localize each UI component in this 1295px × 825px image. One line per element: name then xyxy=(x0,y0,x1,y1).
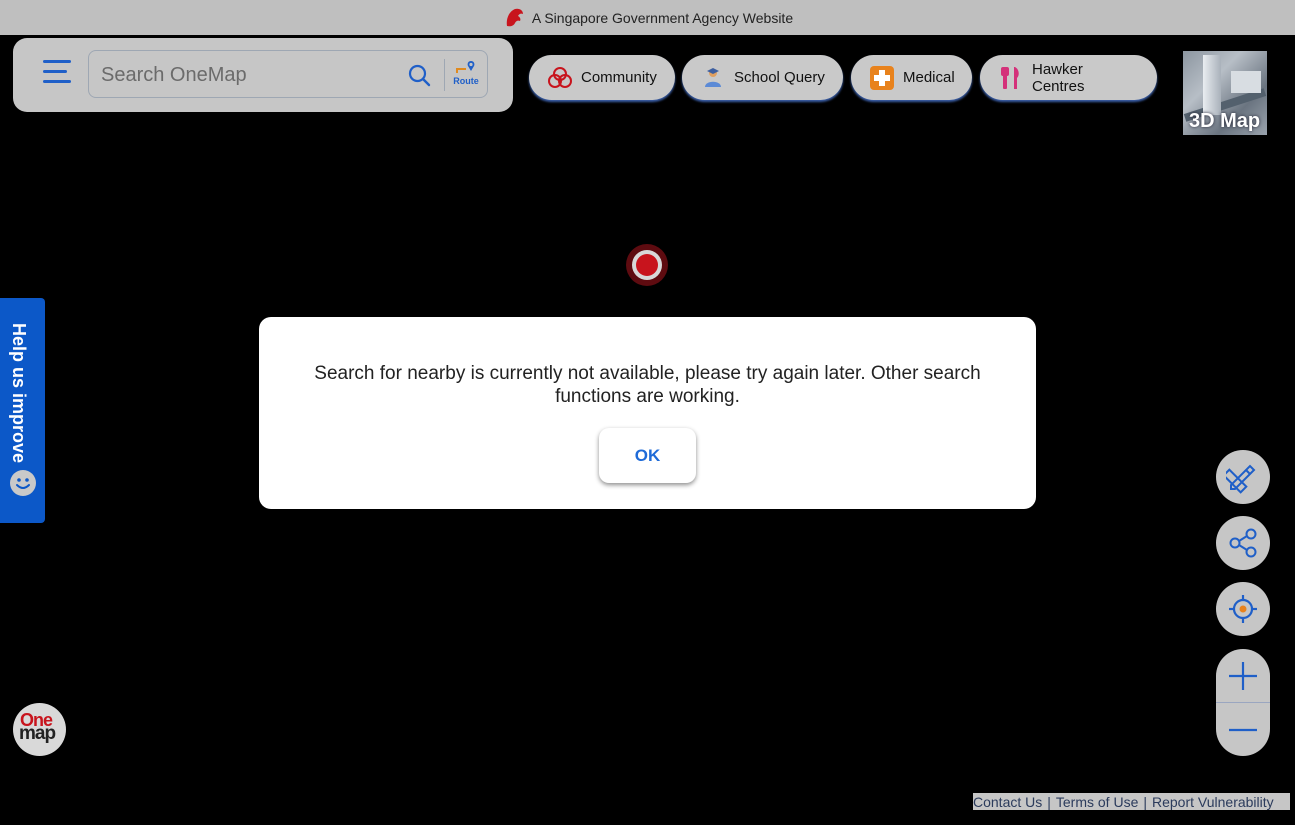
gov-banner: A Singapore Government Agency Website xyxy=(0,0,1295,35)
crosshair-icon xyxy=(1229,595,1257,623)
zoom-in-button[interactable] xyxy=(1216,649,1270,702)
report-vulnerability-link[interactable]: Report Vulnerability xyxy=(1152,794,1274,810)
search-icon[interactable] xyxy=(407,63,431,87)
fork-knife-icon xyxy=(1001,66,1019,89)
route-button[interactable]: Route xyxy=(449,59,483,91)
route-icon xyxy=(456,61,475,73)
search-input[interactable] xyxy=(101,59,391,91)
help-us-improve-tab[interactable]: Help us improve xyxy=(0,298,45,523)
ok-button[interactable]: OK xyxy=(599,428,696,483)
zoom-out-button[interactable] xyxy=(1216,703,1270,756)
hawker-centres-button[interactable]: Hawker Centres xyxy=(980,55,1157,100)
community-button[interactable]: Community xyxy=(529,55,675,100)
contact-us-link[interactable]: Contact Us xyxy=(973,794,1042,810)
medical-button[interactable]: Medical xyxy=(851,55,972,100)
share-button[interactable] xyxy=(1216,516,1270,570)
school-query-button[interactable]: School Query xyxy=(682,55,843,100)
footer-separator: | xyxy=(1047,793,1051,810)
route-label: Route xyxy=(453,76,479,86)
map-thumbnail-block xyxy=(1231,71,1261,93)
school-query-label: School Query xyxy=(734,69,825,86)
3d-map-label: 3D Map xyxy=(1189,110,1261,132)
medical-label: Medical xyxy=(903,69,955,86)
search-box: Route xyxy=(88,50,488,98)
search-panel: Route xyxy=(13,38,513,112)
community-icon xyxy=(548,66,572,88)
ruler-pencil-icon xyxy=(1226,464,1256,494)
smiley-icon xyxy=(10,470,36,496)
plus-icon xyxy=(1229,661,1257,690)
gov-banner-text: A Singapore Government Agency Website xyxy=(531,9,794,26)
logo-line2: map xyxy=(19,723,56,744)
share-icon xyxy=(1229,528,1257,558)
draw-measure-button[interactable] xyxy=(1216,450,1270,504)
community-label: Community xyxy=(581,69,657,86)
footer-separator: | xyxy=(1143,793,1147,810)
3d-map-button[interactable]: 3D Map xyxy=(1183,51,1267,135)
zoom-controls xyxy=(1216,649,1270,756)
school-icon xyxy=(705,67,721,87)
medical-cross-icon xyxy=(870,65,894,90)
locate-me-button[interactable] xyxy=(1216,582,1270,636)
divider xyxy=(444,59,445,91)
map-thumbnail-tower xyxy=(1203,55,1221,115)
footer-links: Contact Us | Terms of Use | Report Vulne… xyxy=(973,793,1290,810)
current-location-marker xyxy=(626,244,668,286)
hawker-centres-label: Hawker Centres xyxy=(1032,60,1085,95)
help-label: Help us improve xyxy=(9,323,29,464)
lion-head-icon xyxy=(506,8,523,26)
alert-message: Search for nearby is currently not avail… xyxy=(314,363,981,407)
alert-dialog: Search for nearby is currently not avail… xyxy=(259,317,1036,509)
terms-of-use-link[interactable]: Terms of Use xyxy=(1056,794,1138,810)
minus-icon xyxy=(1229,728,1257,731)
menu-icon[interactable] xyxy=(43,60,73,86)
onemap-logo[interactable]: One map xyxy=(13,703,66,756)
